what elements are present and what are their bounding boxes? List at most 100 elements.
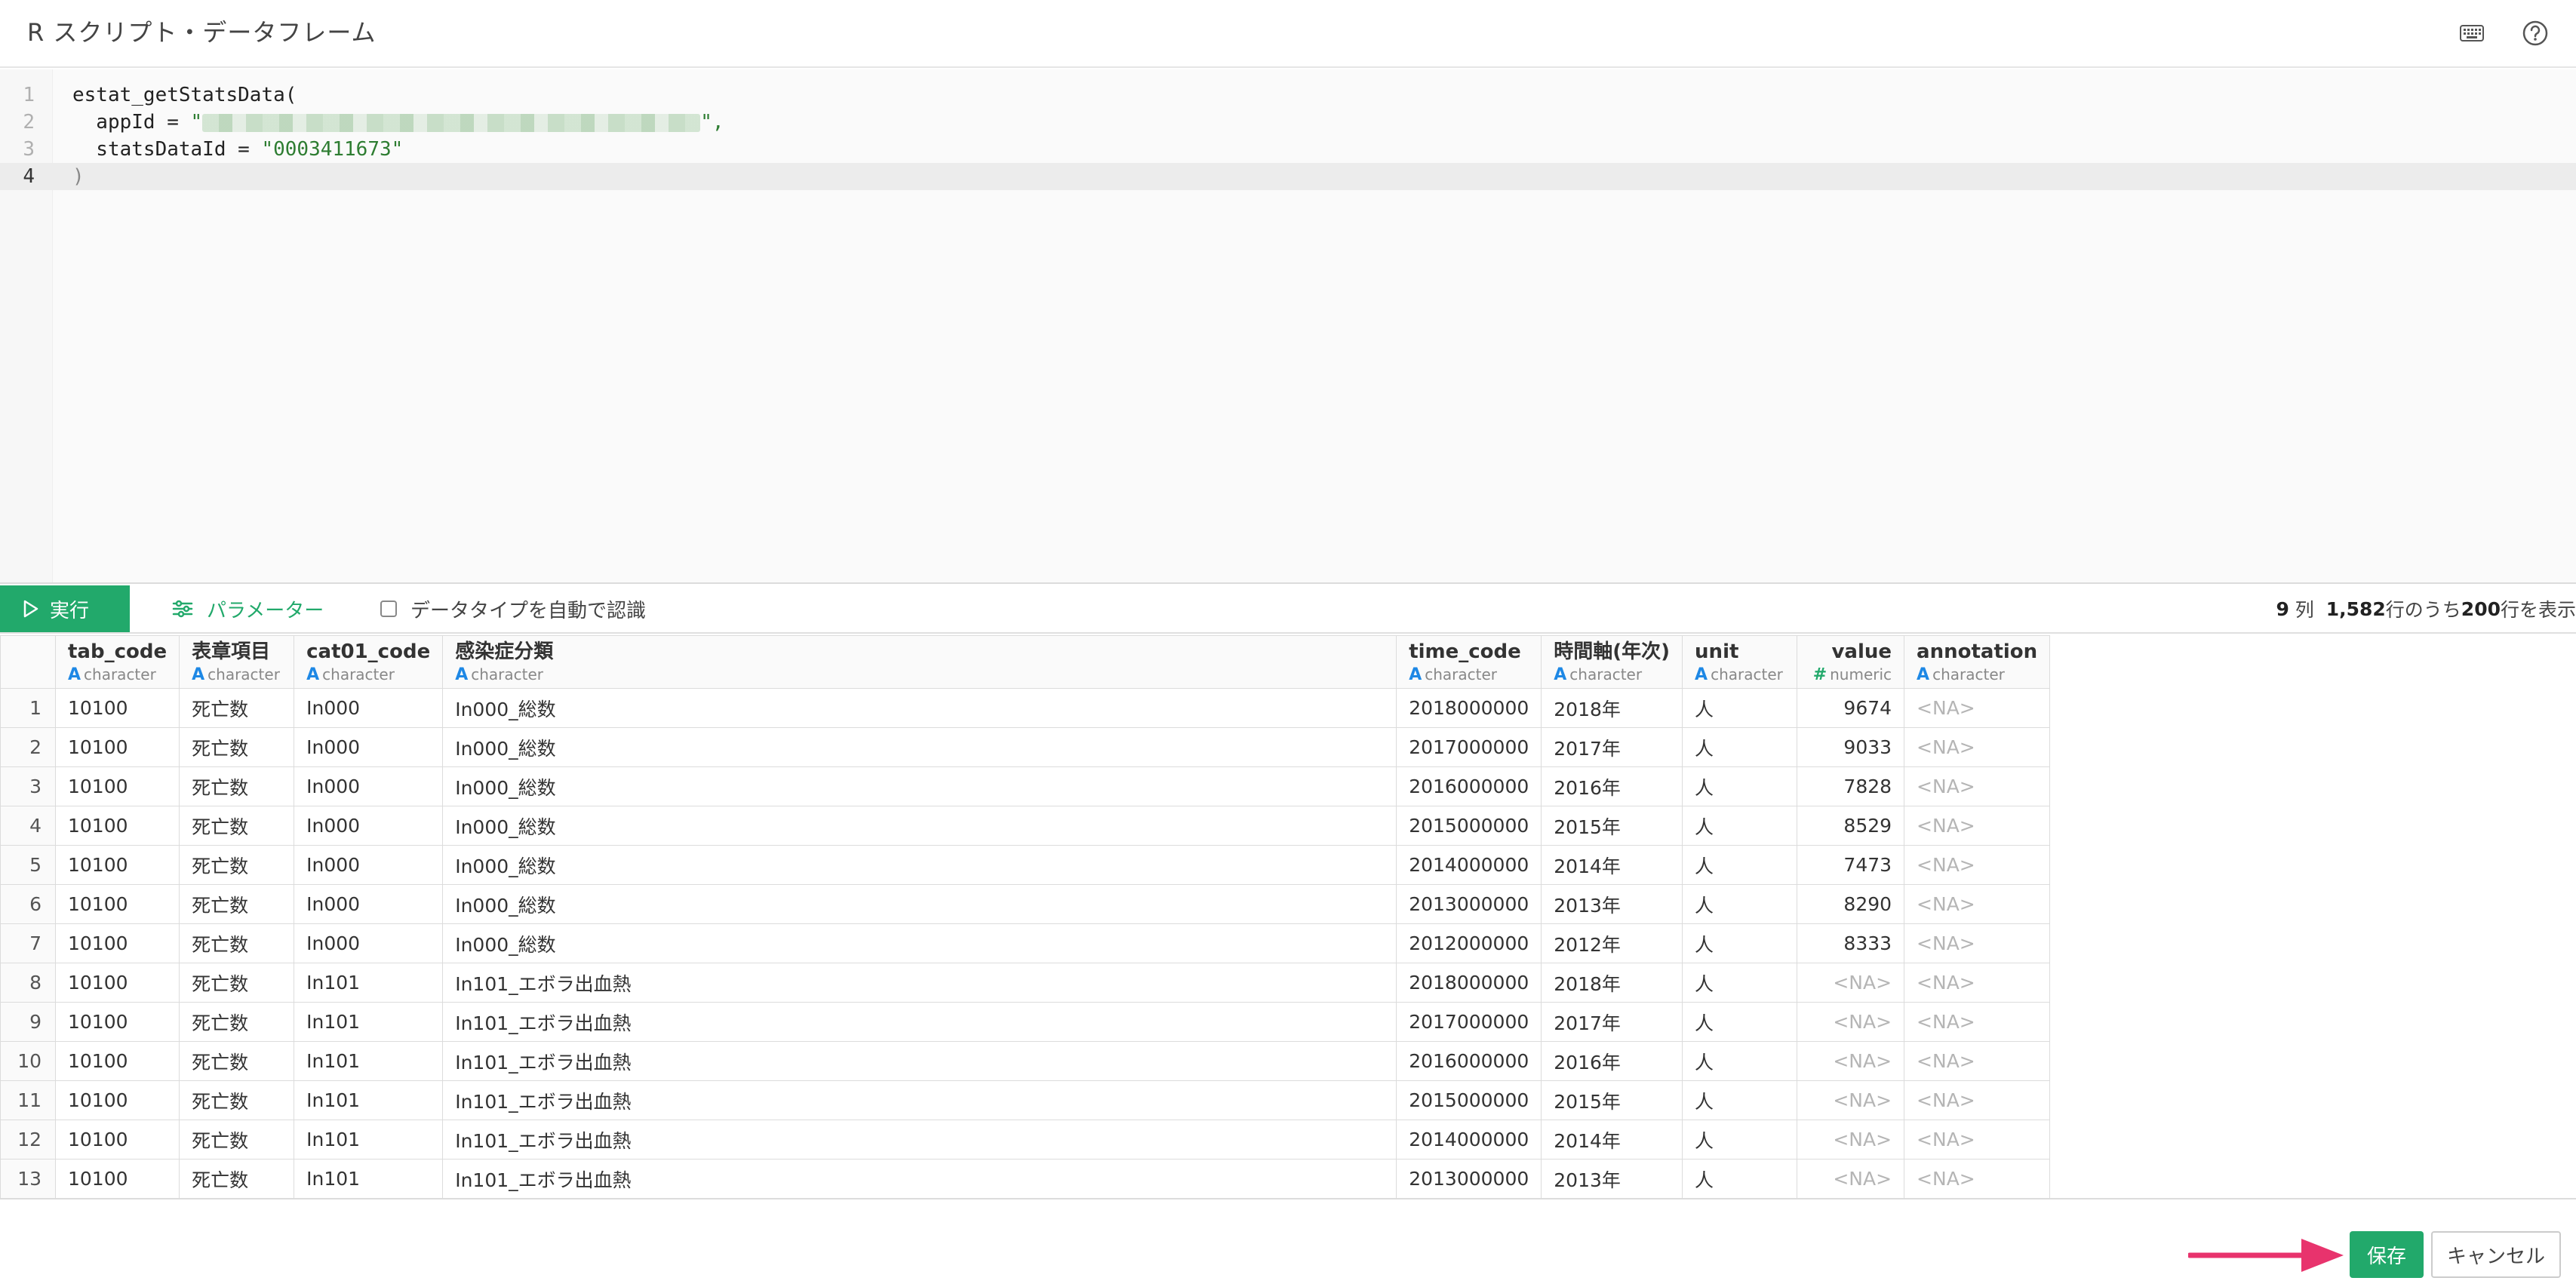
column-name: 表章項目 (192, 640, 271, 663)
run-label: 実行 (50, 599, 90, 622)
table-row[interactable]: 11 10100 死亡数 In101 In101_エボラ出血熱 2015000000 201… (0, 1080, 2075, 1120)
table-cell: <NA> (1904, 1002, 2051, 1042)
parameters-button[interactable]: パラメーター (172, 585, 324, 632)
code-line-4[interactable]: 4 ) (0, 163, 2576, 190)
table-cell: 2012000000 (1396, 923, 1542, 963)
run-button[interactable]: 実行 (0, 585, 130, 632)
table-cell: <NA> (1797, 1002, 1905, 1042)
table-cell: <NA> (1904, 766, 2051, 806)
row-index: 8 (0, 963, 56, 1003)
table-cell: <NA> (1904, 688, 2051, 728)
row-index: 6 (0, 884, 56, 924)
table-row[interactable]: 2 10100 死亡数 In000 In000_総数 2017000000 2017年人 90… (0, 727, 2075, 767)
column-header[interactable]: annotation Acharacter (1904, 635, 2051, 689)
shown-rows: 200 (2461, 597, 2501, 620)
table-cell: In000_総数 (442, 806, 1397, 846)
code-line-1[interactable]: 1 estat_getStatsData( (0, 81, 2576, 109)
table-cell: 人 (1682, 963, 1798, 1003)
table-cell: In000 (294, 806, 444, 846)
table-row[interactable]: 13 10100 死亡数 In101 In101_エボラ出血熱 2013000000 201… (0, 1159, 2075, 1198)
table-cell: 10100 (54, 963, 180, 1003)
column-name: 時間軸(年次) (1554, 640, 1671, 663)
column-header[interactable]: value # numeric (1797, 635, 1905, 689)
table-cell: In101 (294, 1080, 444, 1120)
row-filler (2049, 1041, 2075, 1081)
row-filler (2049, 1002, 2075, 1042)
table-cell: 死亡数 (179, 884, 295, 924)
auto-detect-type-checkbox[interactable] (380, 600, 397, 617)
table-cell: In000 (294, 845, 444, 885)
auto-detect-type-option[interactable]: データタイプを自動で認識 (380, 585, 646, 632)
column-header[interactable]: tab_code Acharacter (54, 635, 180, 689)
table-row[interactable]: 8 10100 死亡数 In101 In101_エボラ出血熱 2018000000 2018… (0, 963, 2075, 1003)
data-table: tab_code Acharacter 表章項目 Acharacter cat01_co… (0, 635, 2075, 1198)
table-row[interactable]: 4 10100 死亡数 In000 In000_総数 2015000000 2015年人 85… (0, 806, 2075, 846)
table-cell: 10100 (54, 1041, 180, 1081)
character-type-icon: A (192, 665, 205, 684)
data-table-container[interactable]: tab_code Acharacter 表章項目 Acharacter cat01_co… (0, 635, 2576, 1199)
table-row[interactable]: 7 10100 死亡数 In000 In000_総数 2012000000 2012年人 83… (0, 923, 2075, 963)
table-cell: 10100 (54, 1002, 180, 1042)
column-name: value (1831, 640, 1892, 663)
table-row[interactable]: 1 10100 死亡数 In000 In000_総数 2018000000 2018年人 96… (0, 688, 2075, 728)
table-row[interactable]: 5 10100 死亡数 In000 In000_総数 2014000000 2014年人 74… (0, 845, 2075, 885)
cancel-button[interactable]: キャンセル (2431, 1231, 2561, 1278)
column-header[interactable]: cat01_code Acharacter (294, 635, 444, 689)
line-number: 3 (23, 138, 35, 161)
column-header[interactable]: unit Acharacter (1682, 635, 1798, 689)
table-cell: 2018000000 (1396, 688, 1542, 728)
keyboard-icon[interactable] (2455, 17, 2488, 50)
table-cell: In101_エボラ出血熱 (442, 1159, 1397, 1198)
code-editor[interactable]: 1 estat_getStatsData( 2 appId = " ", 3 st… (0, 69, 2576, 584)
table-cell: 2016年 (1541, 1041, 1683, 1081)
table-cell: 死亡数 (179, 688, 295, 728)
character-type-icon: A (306, 665, 320, 684)
table-cell: 人 (1682, 688, 1798, 728)
column-header[interactable]: 表章項目 Acharacter (179, 635, 295, 689)
save-button[interactable]: 保存 (2350, 1231, 2424, 1278)
table-row[interactable]: 3 10100 死亡数 In000 In000_総数 2016000000 2016年人 78… (0, 766, 2075, 806)
table-cell: In000_総数 (442, 766, 1397, 806)
column-header[interactable]: 時間軸(年次) Acharacter (1541, 635, 1683, 689)
table-row[interactable]: 10 10100 死亡数 In101 In101_エボラ出血熱 2016000000 201… (0, 1041, 2075, 1081)
table-cell: <NA> (1904, 1080, 2051, 1120)
table-cell: 9033 (1797, 727, 1905, 767)
table-cell: 10100 (54, 884, 180, 924)
row-index: 3 (0, 766, 56, 806)
table-cell: In101 (294, 963, 444, 1003)
column-type-label: character (207, 665, 280, 683)
table-cell: 死亡数 (179, 1080, 295, 1120)
table-cell: In000 (294, 727, 444, 767)
table-cell: 10100 (54, 1120, 180, 1160)
character-type-icon: A (455, 665, 469, 684)
table-cell: In101 (294, 1041, 444, 1081)
table-cell: 8529 (1797, 806, 1905, 846)
table-cell: 人 (1682, 884, 1798, 924)
table-cell: 2016000000 (1396, 766, 1542, 806)
column-type: Acharacter (1409, 665, 1529, 685)
help-circle-icon[interactable] (2519, 17, 2552, 50)
column-name: 感染症分類 (455, 640, 554, 663)
table-cell: <NA> (1797, 963, 1905, 1003)
column-header[interactable]: 感染症分類 Acharacter (442, 635, 1397, 689)
table-cell: 人 (1682, 727, 1798, 767)
table-cell: 2017000000 (1396, 727, 1542, 767)
table-cell: 死亡数 (179, 1002, 295, 1042)
table-cell: In101 (294, 1002, 444, 1042)
column-header[interactable]: time_code Acharacter (1396, 635, 1542, 689)
table-row[interactable]: 6 10100 死亡数 In000 In000_総数 2013000000 2013年人 82… (0, 884, 2075, 924)
table-cell: In101_エボラ出血熱 (442, 963, 1397, 1003)
table-cell: 死亡数 (179, 1120, 295, 1160)
table-cell: <NA> (1904, 845, 2051, 885)
row-index: 2 (0, 727, 56, 767)
column-type: Acharacter (306, 665, 430, 685)
code-line-2[interactable]: 2 appId = " ", (0, 109, 2576, 136)
table-row[interactable]: 12 10100 死亡数 In101 In101_エボラ出血熱 2014000000 201… (0, 1120, 2075, 1160)
code-text: ) (72, 165, 85, 188)
table-cell: In101 (294, 1120, 444, 1160)
table-row[interactable]: 9 10100 死亡数 In101 In101_エボラ出血熱 2017000000 2017… (0, 1002, 2075, 1042)
code-line-3[interactable]: 3 statsDataId = "0003411673" (0, 136, 2576, 163)
table-cell: In101 (294, 1159, 444, 1198)
table-cell: 2016000000 (1396, 1041, 1542, 1081)
table-cell: <NA> (1904, 806, 2051, 846)
